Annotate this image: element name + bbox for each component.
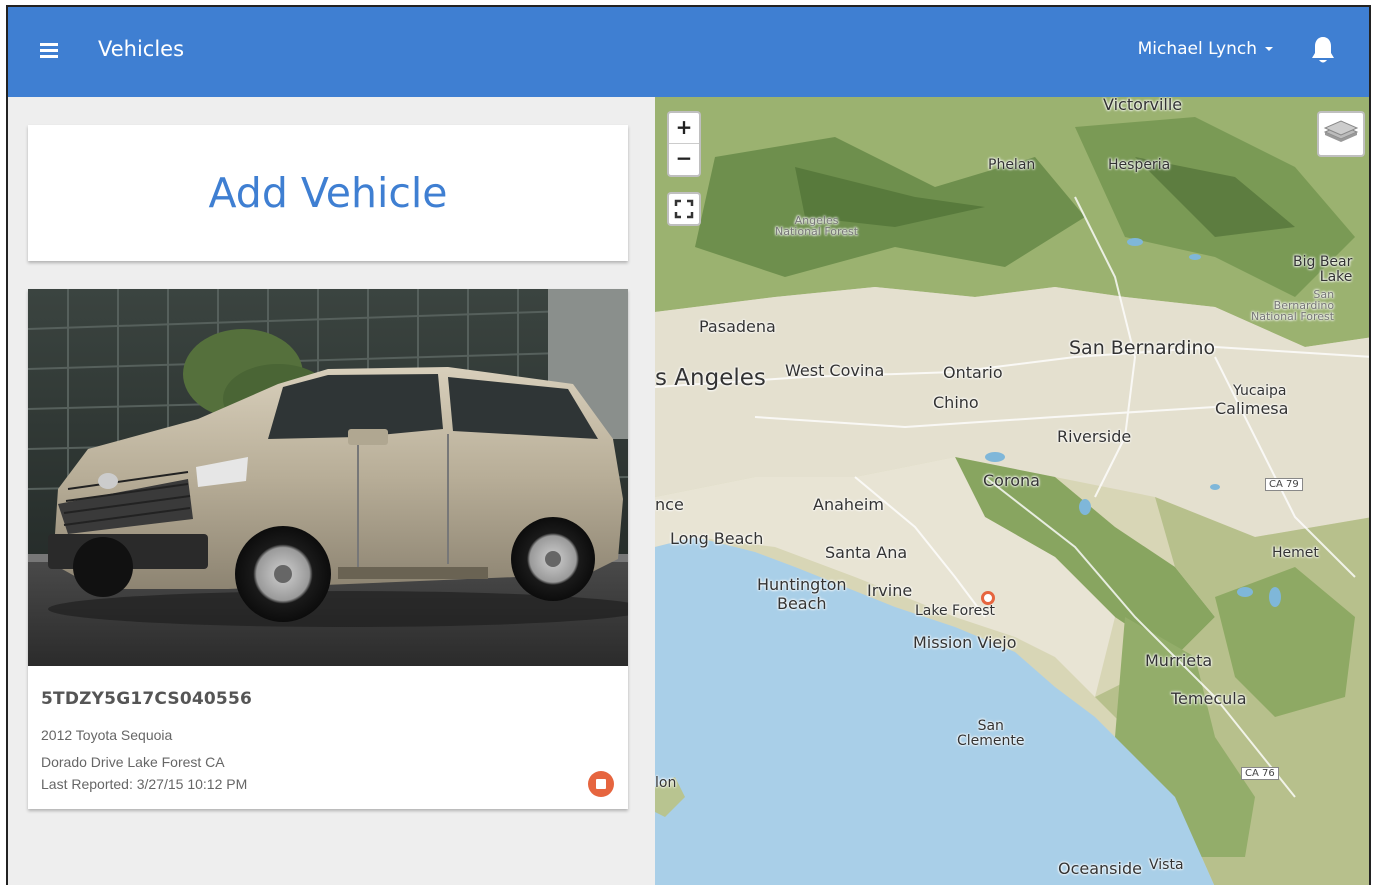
vehicle-model: 2012 Toyota Sequoia — [41, 727, 173, 743]
vehicle-location-marker[interactable] — [981, 591, 995, 605]
map-label-ontario: Ontario — [943, 363, 1003, 382]
chevron-down-icon — [1265, 47, 1273, 51]
vehicle-last-reported: Last Reported: 3/27/15 10:12 PM — [41, 776, 248, 792]
map-label-pasadena: Pasadena — [699, 317, 776, 336]
zoom-in-button[interactable]: + — [669, 113, 699, 144]
vehicle-list-panel: Add Vehicle 5TDZY5G17CS040556 2012 Toyot… — [8, 97, 655, 885]
bell-icon[interactable] — [1310, 35, 1336, 65]
map-label-los-angeles: s Angeles — [655, 365, 766, 391]
map-label-irvine: Irvine — [867, 581, 913, 600]
ca76-shield: CA 76 — [1241, 767, 1279, 780]
map-label-huntington: Huntington Beach — [757, 575, 847, 613]
map-label-oceanside: Oceanside — [1058, 859, 1142, 878]
hamburger-menu-icon[interactable] — [40, 43, 58, 58]
map-label-temecula: Temecula — [1171, 689, 1247, 708]
stop-icon[interactable] — [588, 771, 614, 797]
map-label-lake-forest: Lake Forest — [915, 603, 996, 619]
zoom-out-button[interactable]: − — [669, 144, 699, 175]
map-label-phelan: Phelan — [988, 157, 1036, 173]
map-label-avalon: lon — [655, 775, 677, 791]
map-label-riverside: Riverside — [1057, 427, 1132, 446]
map-label-chino: Chino — [933, 393, 979, 412]
fullscreen-icon[interactable] — [667, 192, 701, 226]
map-label-angeles-nf: Angeles National Forest — [775, 214, 859, 238]
map-label-santa-ana: Santa Ana — [825, 543, 908, 562]
map-view[interactable]: Victorville Phelan Hesperia Angeles Nati… — [655, 97, 1369, 885]
map-label-vista: Vista — [1149, 857, 1184, 873]
map-label-yucaipa: Yucaipa — [1233, 383, 1287, 399]
vehicle-photo — [28, 289, 628, 666]
vehicle-vin: 5TDZY5G17CS040556 — [41, 689, 253, 709]
map-label-mission-viejo: Mission Viejo — [913, 633, 1017, 652]
map-label-san-clemente: San Clemente — [957, 718, 1025, 749]
map-label-calimesa: Calimesa — [1215, 399, 1289, 418]
map-label-torrance: nce — [655, 495, 684, 514]
map-label-anaheim: Anaheim — [813, 495, 884, 514]
top-app-bar: Vehicles Michael Lynch — [8, 7, 1369, 97]
ca79-shield: CA 79 — [1265, 478, 1303, 491]
map-label-sb-nf: San Bernardino National Forest — [1251, 288, 1335, 323]
user-name: Michael Lynch — [1137, 39, 1257, 59]
map-label-big-bear: Big Bear Lake — [1293, 254, 1353, 285]
map-label-hesperia: Hesperia — [1108, 157, 1171, 173]
vehicle-address: Dorado Drive Lake Forest CA — [41, 754, 225, 770]
vehicle-card[interactable]: 5TDZY5G17CS040556 2012 Toyota Sequoia Do… — [28, 289, 628, 809]
map-label-long-beach: Long Beach — [670, 529, 764, 548]
map-label-corona: Corona — [983, 471, 1040, 490]
zoom-control: + − — [667, 111, 701, 177]
map-label-san-bernardino: San Bernardino — [1069, 337, 1216, 359]
add-vehicle-label: Add Vehicle — [208, 169, 448, 217]
add-vehicle-button[interactable]: Add Vehicle — [28, 125, 628, 261]
map-label-west-covina: West Covina — [785, 361, 885, 380]
layers-icon[interactable] — [1317, 111, 1365, 157]
map-label-murrieta: Murrieta — [1145, 651, 1213, 670]
page-title: Vehicles — [98, 37, 185, 61]
map-label-hemet: Hemet — [1272, 545, 1319, 561]
map-label-victorville: Victorville — [1103, 97, 1183, 114]
app-window: Vehicles Michael Lynch Add Vehicle 5TDZY… — [6, 5, 1371, 885]
user-menu[interactable]: Michael Lynch — [1138, 39, 1273, 59]
